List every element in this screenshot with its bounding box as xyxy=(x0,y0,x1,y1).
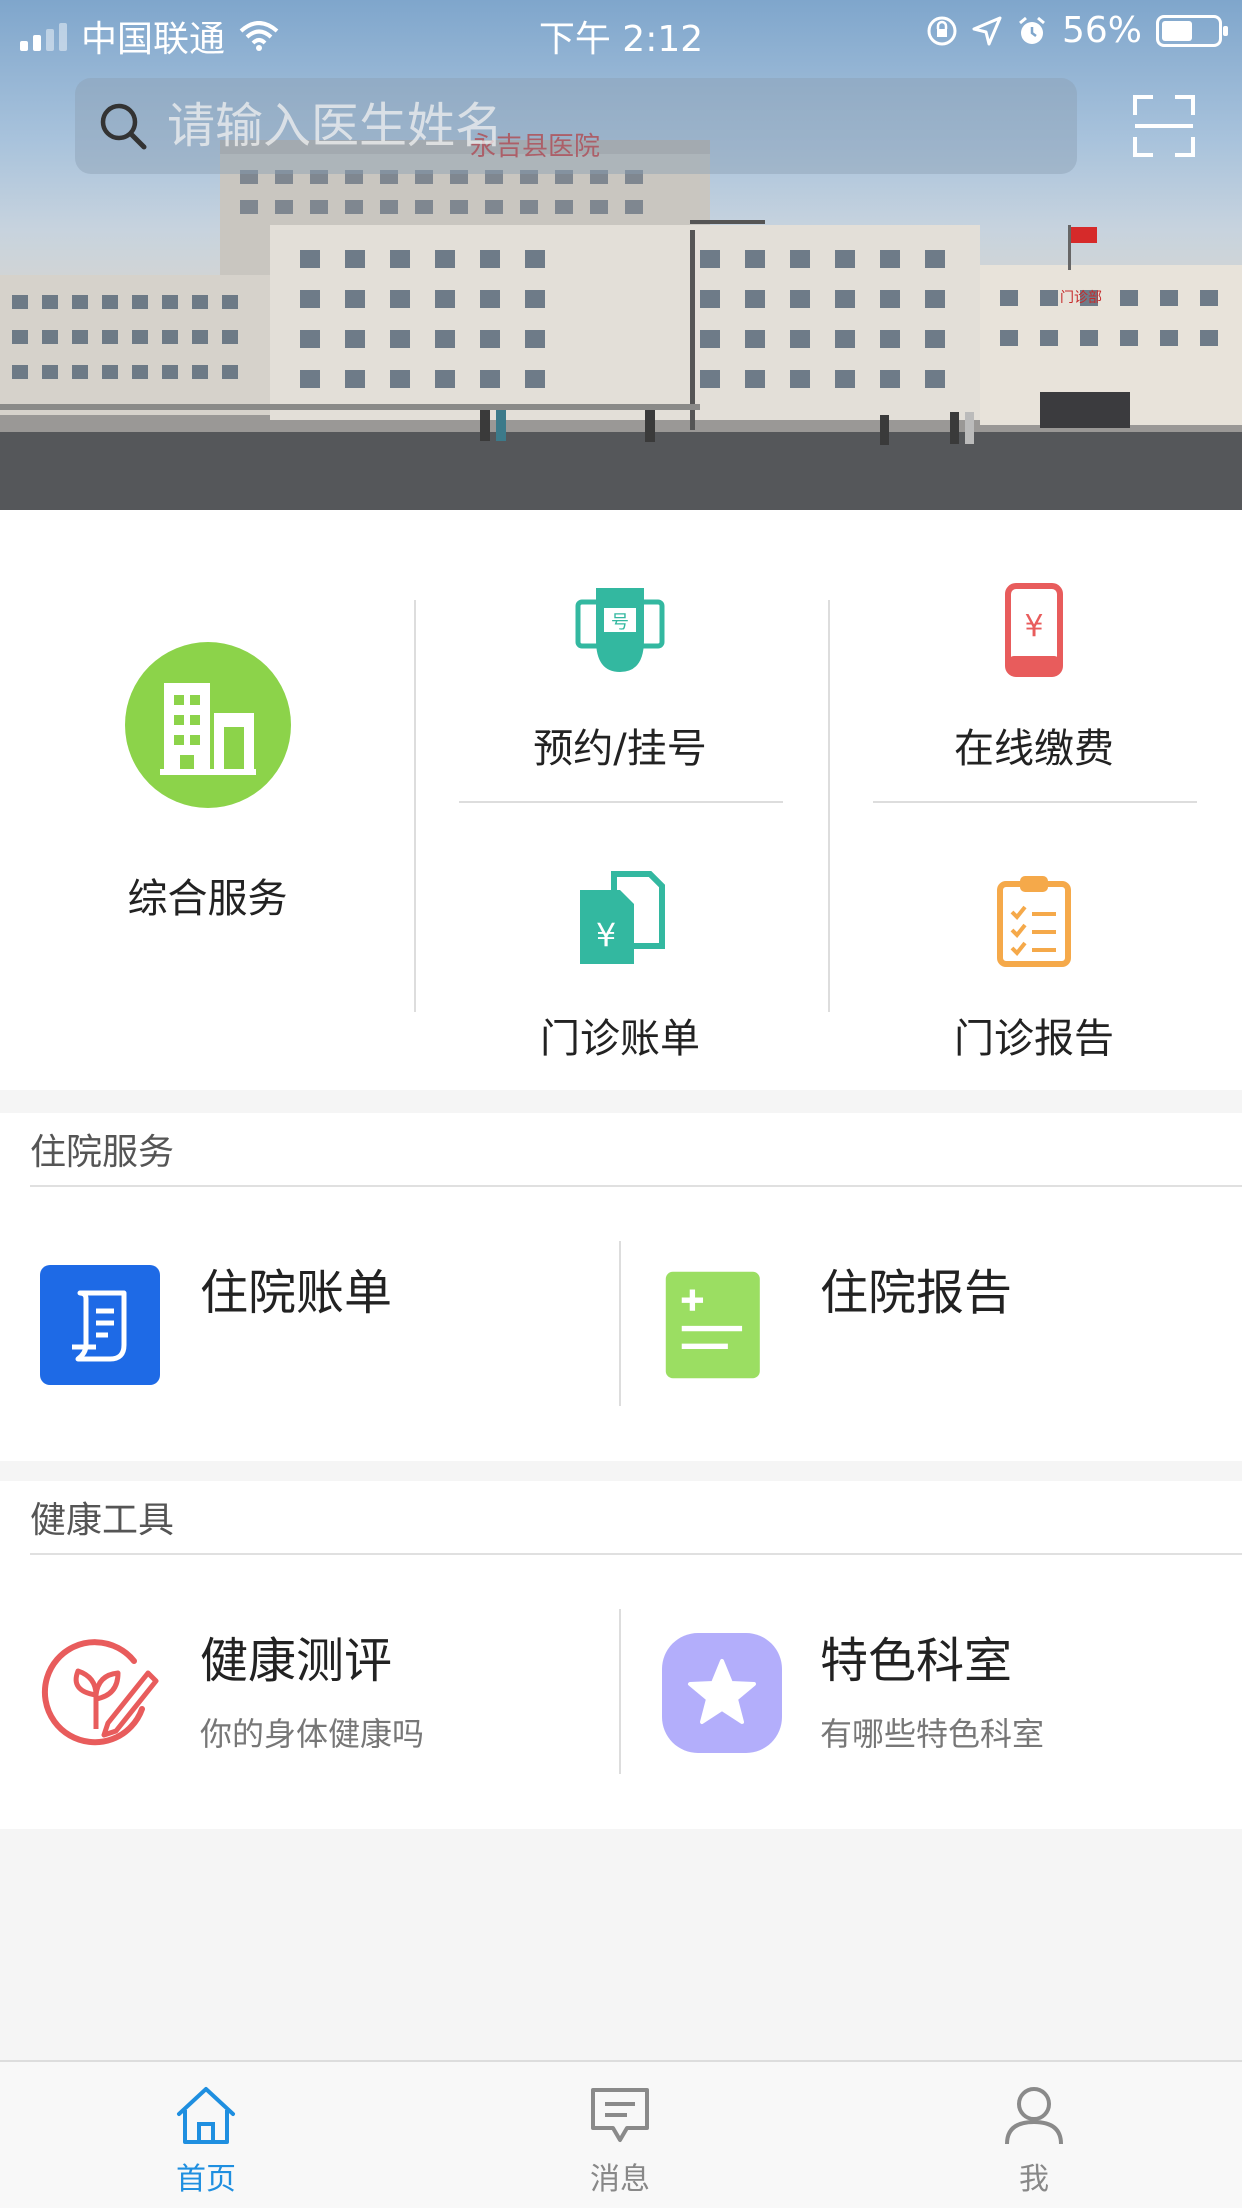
rotation-lock-icon xyxy=(927,16,957,45)
svg-text:¥: ¥ xyxy=(596,916,616,954)
appointment-button[interactable]: 号 预约/挂号 xyxy=(415,580,825,774)
alarm-icon xyxy=(1019,16,1045,44)
message-icon xyxy=(591,2088,649,2142)
health-assessment-subtitle: 你的身体健康吗 xyxy=(200,1715,425,1753)
svg-text:¥: ¥ xyxy=(1024,609,1043,644)
comprehensive-service-button[interactable]: 综合服务 xyxy=(0,510,415,1090)
home-icon xyxy=(177,2087,235,2144)
section-title: 健康工具 xyxy=(30,1500,175,1541)
building-sign-clinic: 门诊部 xyxy=(1060,290,1102,306)
search-icon xyxy=(100,103,147,150)
sprout-pen-icon xyxy=(41,1639,159,1746)
scroll-bill-icon xyxy=(40,1265,160,1385)
doctor-search-bar[interactable] xyxy=(75,78,1077,174)
main-services-panel: 综合服务 号 预约/挂号 ¥ 在线缴费 ¥ 门诊账单 门诊报告 xyxy=(0,510,1242,1090)
outpatient-bill-label: 门诊账单 xyxy=(540,1016,700,1062)
tab-home[interactable]: 首页 xyxy=(106,2062,306,2208)
health-assessment-title: 健康测评 xyxy=(200,1633,393,1689)
tab-label: 首页 xyxy=(176,2162,236,2197)
inpatient-bill-button[interactable]: 住院账单 xyxy=(38,1263,598,1393)
online-payment-button[interactable]: ¥ 在线缴费 xyxy=(829,580,1239,774)
outpatient-report-button[interactable]: 门诊报告 xyxy=(829,870,1239,1064)
doctor-search-input[interactable] xyxy=(167,98,1027,154)
online-payment-label: 在线缴费 xyxy=(954,726,1114,772)
phone-payment-icon: ¥ xyxy=(1005,583,1063,677)
health-assessment-button[interactable]: 健康测评 你的身体健康吗 xyxy=(38,1631,598,1761)
tab-messages[interactable]: 消息 xyxy=(520,2062,720,2208)
location-arrow-icon xyxy=(972,16,1002,45)
divider xyxy=(873,801,1197,803)
comprehensive-service-label: 综合服务 xyxy=(127,876,288,922)
divider xyxy=(30,1553,1242,1555)
inpatient-section: 住院服务 住院账单 住院报告 xyxy=(0,1113,1242,1461)
user-icon xyxy=(1005,2087,1063,2145)
special-department-button[interactable]: 特色科室 有哪些特色科室 xyxy=(660,1631,1220,1761)
svg-text:号: 号 xyxy=(611,612,629,633)
appointment-label: 预约/挂号 xyxy=(533,726,707,772)
divider xyxy=(30,1185,1242,1187)
tab-label: 消息 xyxy=(590,2162,650,2197)
clipboard-report-icon xyxy=(997,876,1071,967)
section-title: 住院服务 xyxy=(30,1132,175,1173)
battery-icon xyxy=(1156,14,1228,47)
inpatient-report-button[interactable]: 住院报告 xyxy=(664,1263,1224,1393)
building-icon xyxy=(124,642,291,808)
status-bar: 中国联通 下午 2:12 56% xyxy=(0,0,1242,62)
outpatient-report-label: 门诊报告 xyxy=(954,1016,1114,1062)
divider xyxy=(619,1241,621,1406)
bottom-tab-bar: 首页 消息 我 xyxy=(0,2060,1242,2208)
registration-ticket-icon: 号 xyxy=(575,588,665,672)
tab-label: 我 xyxy=(1019,2162,1049,2197)
battery-percent: 56% xyxy=(1061,10,1142,51)
special-department-title: 特色科室 xyxy=(820,1633,1013,1689)
special-department-subtitle: 有哪些特色科室 xyxy=(820,1715,1045,1753)
scan-icon[interactable] xyxy=(1133,95,1195,157)
divider xyxy=(459,801,783,803)
outpatient-bill-button[interactable]: ¥ 门诊账单 xyxy=(415,870,825,1064)
hospital-photo: 永吉县医院 门诊部 xyxy=(0,132,1242,510)
tab-me[interactable]: 我 xyxy=(934,2062,1134,2208)
inpatient-report-title: 住院报告 xyxy=(820,1265,1013,1321)
report-list-icon xyxy=(665,1271,760,1379)
divider xyxy=(619,1609,621,1774)
hero-banner[interactable]: 永吉县医院 门诊部 中国联通 下午 2:12 56% 请输入医生姓名 xyxy=(0,0,1242,510)
health-tools-section: 健康工具 健康测评 你的身体健康吗 特色科室 有哪些特色科室 xyxy=(0,1481,1242,1829)
bill-documents-icon: ¥ xyxy=(580,871,665,964)
inpatient-bill-title: 住院账单 xyxy=(200,1265,393,1321)
star-icon xyxy=(662,1633,782,1753)
